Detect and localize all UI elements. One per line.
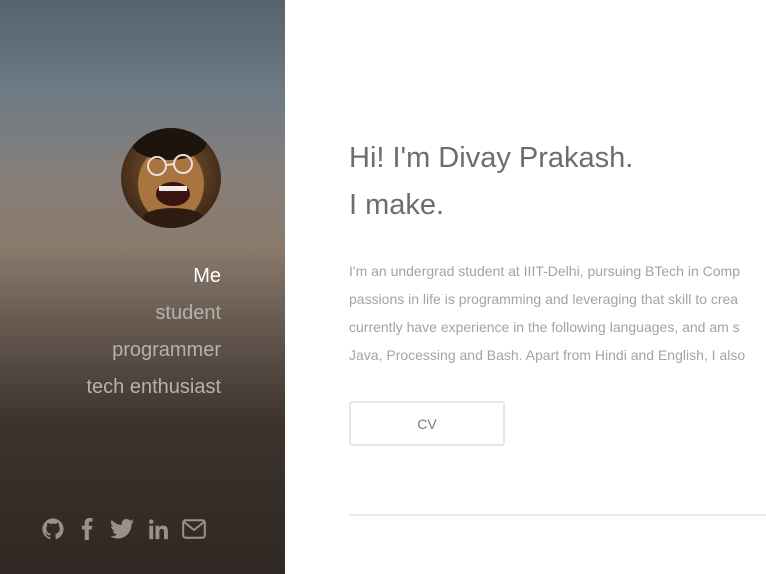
nav-item-tech-enthusiast[interactable]: tech enthusiast: [86, 369, 221, 406]
linkedin-link[interactable]: [147, 518, 169, 540]
twitter-icon: [110, 518, 134, 539]
profile-nav: Me student programmer tech enthusiast: [86, 258, 221, 406]
intro-paragraph: I'm an undergrad student at IIIT-Delhi, …: [349, 257, 766, 369]
facebook-link[interactable]: [77, 518, 97, 540]
linkedin-icon: [148, 519, 168, 540]
facebook-icon: [81, 518, 93, 540]
intro-line: I'm an undergrad student at IIIT-Delhi, …: [349, 263, 740, 279]
intro-line: Java, Processing and Bash. Apart from Hi…: [349, 347, 746, 363]
email-link[interactable]: [182, 518, 206, 540]
headline-greeting: Hi! I'm Divay Prakash.: [349, 142, 634, 174]
github-icon: [42, 518, 64, 540]
twitter-link[interactable]: [110, 518, 134, 540]
headline-tagline: I make.: [349, 189, 445, 221]
intro-line: currently have experience in the followi…: [349, 319, 740, 335]
social-links: [42, 518, 219, 540]
github-link[interactable]: [42, 518, 64, 540]
cv-button[interactable]: CV: [349, 401, 505, 446]
nav-item-me[interactable]: Me: [86, 258, 221, 295]
sidebar: Me student programmer tech enthusiast: [0, 0, 285, 574]
divider: [349, 514, 766, 516]
intro-line: passions in life is programming and leve…: [349, 291, 739, 307]
page-headline: Hi! I'm Divay Prakash. I make.: [349, 135, 633, 229]
avatar: [121, 128, 221, 228]
nav-item-student[interactable]: student: [86, 295, 221, 332]
avatar-photo: [121, 128, 221, 228]
mail-icon: [182, 519, 206, 539]
main-content: Hi! I'm Divay Prakash. I make. I'm an un…: [349, 0, 766, 574]
nav-item-programmer[interactable]: programmer: [86, 332, 221, 369]
